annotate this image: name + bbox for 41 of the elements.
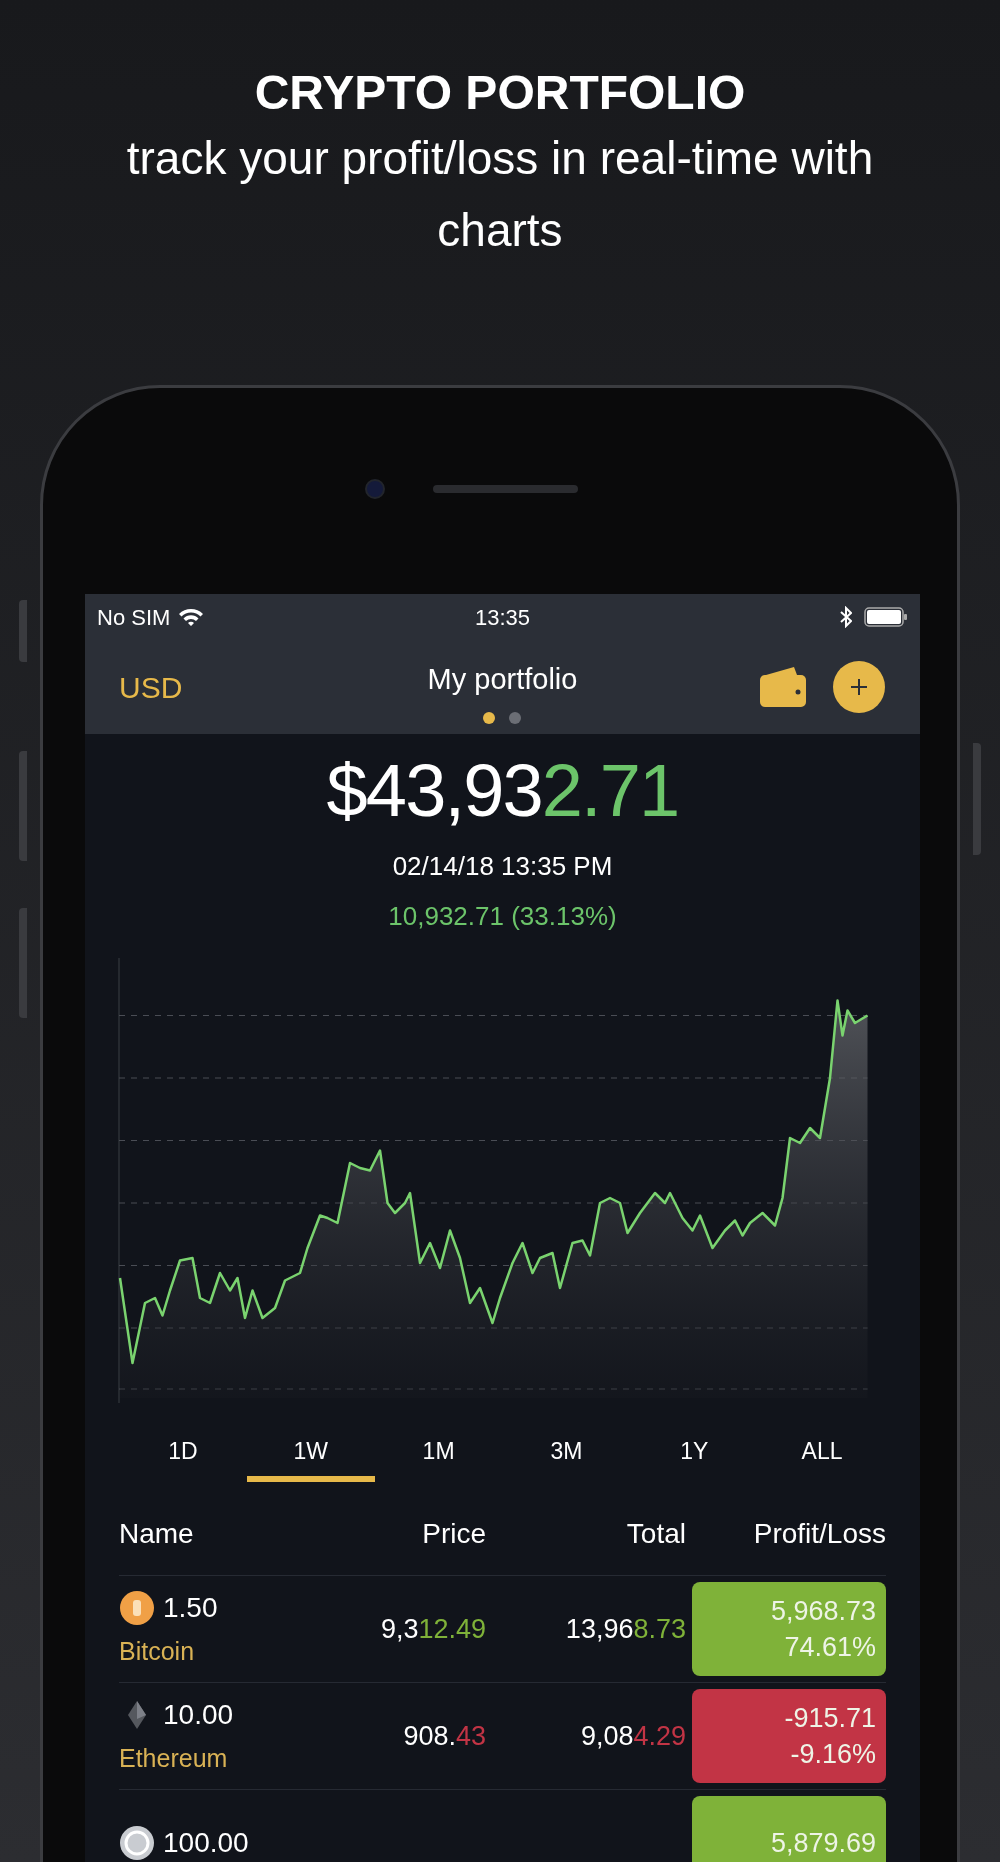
coin-name: Bitcoin [119, 1636, 196, 1668]
range-tab[interactable]: 1W [246, 1426, 375, 1482]
add-icon[interactable] [832, 660, 886, 714]
coin-icon [119, 1825, 155, 1861]
profit-amount: -915.71 [784, 1702, 876, 1735]
profit-amount: 5,879.69 [770, 1827, 876, 1860]
column-header[interactable]: Name [119, 1512, 331, 1555]
column-header[interactable]: Price [331, 1512, 486, 1555]
profit-percent: -9.16% [790, 1738, 876, 1771]
coin-icon [119, 1590, 155, 1627]
wallet-icon[interactable] [758, 665, 808, 709]
subtitle: track your profit/loss in real-time with charts [125, 131, 875, 258]
camera-icon [365, 479, 385, 499]
column-header[interactable]: Profit/Loss [686, 1512, 886, 1555]
profit-percent: 74.61% [784, 1631, 876, 1664]
currency-button[interactable]: USD [119, 664, 259, 710]
page-title: My portfolio [427, 662, 578, 698]
coin-name: Ethereum [119, 1743, 229, 1775]
column-header[interactable]: Total [486, 1512, 686, 1555]
clock: 13:35 [474, 603, 531, 632]
price-cell: 908.43 [403, 1720, 486, 1751]
battery-icon [864, 607, 908, 627]
carrier-label: No SIM [97, 603, 171, 632]
price-cell: 9,312.49 [380, 1613, 486, 1644]
timestamp: 02/14/18 13:35 PM [392, 850, 613, 883]
coin-amount: 10.00 [163, 1698, 234, 1733]
profit-amount: 5,968.73 [770, 1595, 876, 1628]
range-tab[interactable]: ALL [758, 1426, 886, 1482]
range-tab[interactable]: 3M [502, 1426, 631, 1482]
total-cell: 9,084.29 [580, 1720, 686, 1751]
range-tab[interactable]: 1D [119, 1426, 247, 1482]
portfolio-value: $43,932.71 [326, 748, 679, 834]
headline: CRYPTO PORTFOLIO [254, 65, 746, 121]
bluetooth-icon [840, 606, 852, 628]
coin-amount: 1.50 [163, 1591, 218, 1626]
total-cell: 13,968.73 [565, 1613, 686, 1644]
wifi-icon [178, 607, 205, 627]
portfolio-change: 10,932.71 (33.13%) [388, 900, 617, 933]
coin-amount: 100.00 [163, 1826, 249, 1860]
range-tab[interactable]: 1Y [630, 1426, 759, 1482]
range-tab[interactable]: 1M [374, 1426, 503, 1482]
